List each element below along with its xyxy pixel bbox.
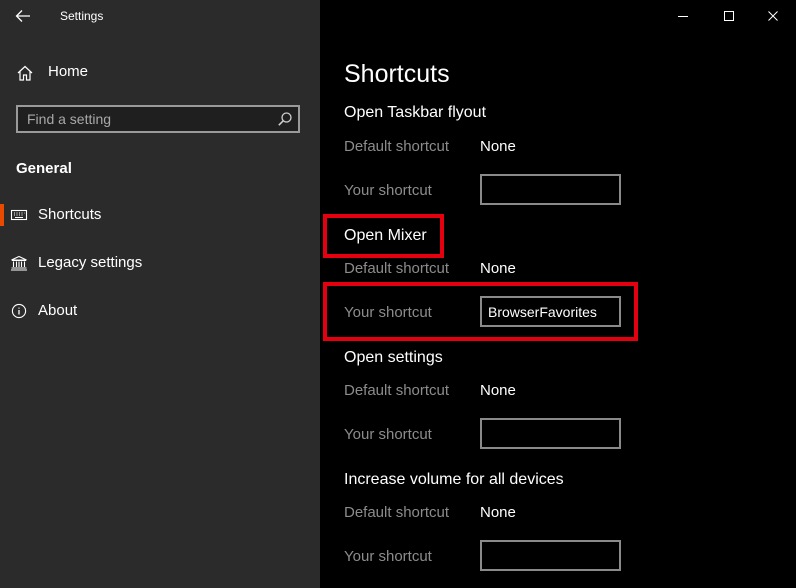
search-icon[interactable] <box>277 111 293 127</box>
main-content: Shortcuts Open Taskbar flyout Default sh… <box>320 0 796 588</box>
close-button[interactable] <box>750 0 796 32</box>
shortcut-input-open-mixer[interactable] <box>480 296 621 327</box>
close-icon <box>768 11 778 21</box>
shortcut-input-open-taskbar-flyout[interactable] <box>480 174 621 205</box>
sidebar: Settings Home General Shortcuts Legacy s… <box>0 0 320 588</box>
default-shortcut-value: None <box>480 260 516 277</box>
default-shortcut-value: None <box>480 504 516 521</box>
default-shortcut-value: None <box>480 138 516 155</box>
sidebar-item-label: Home <box>48 63 89 80</box>
group-title-open-taskbar-flyout: Open Taskbar flyout <box>344 104 487 121</box>
sidebar-item-label: Legacy settings <box>38 254 143 271</box>
back-button[interactable] <box>12 6 34 26</box>
sidebar-section-general: General <box>16 160 72 177</box>
info-icon <box>11 303 27 319</box>
your-shortcut-label: Your shortcut <box>344 426 432 443</box>
home-icon <box>17 65 33 81</box>
sidebar-item-label: About <box>38 302 78 319</box>
search-input[interactable] <box>18 107 277 131</box>
default-shortcut-label: Default shortcut <box>344 138 450 155</box>
sidebar-item-about[interactable]: About <box>0 294 320 328</box>
your-shortcut-label: Your shortcut <box>344 182 432 199</box>
keyboard-icon <box>10 209 28 221</box>
sidebar-item-label: Shortcuts <box>38 206 102 223</box>
maximize-icon <box>724 11 734 21</box>
default-shortcut-label: Default shortcut <box>344 504 450 521</box>
minimize-icon <box>678 16 688 17</box>
page-title: Shortcuts <box>344 60 450 88</box>
default-shortcut-value: None <box>480 382 516 399</box>
sidebar-item-home[interactable]: Home <box>0 56 320 88</box>
group-title-open-mixer: Open Mixer <box>344 227 427 244</box>
group-title-increase-volume: Increase volume for all devices <box>344 471 564 488</box>
shortcut-input-increase-volume[interactable] <box>480 540 621 571</box>
arrow-left-icon <box>15 10 30 22</box>
minimize-button[interactable] <box>660 0 706 32</box>
your-shortcut-label: Your shortcut <box>344 548 432 565</box>
shortcut-input-open-settings[interactable] <box>480 418 621 449</box>
your-shortcut-label: Your shortcut <box>344 304 432 321</box>
sidebar-item-legacy-settings[interactable]: Legacy settings <box>0 246 320 280</box>
group-title-open-settings: Open settings <box>344 349 443 366</box>
default-shortcut-label: Default shortcut <box>344 260 450 277</box>
default-shortcut-label: Default shortcut <box>344 382 450 399</box>
bank-icon <box>11 255 27 271</box>
selection-indicator <box>0 204 4 226</box>
search-box[interactable] <box>16 105 300 133</box>
sidebar-item-shortcuts[interactable]: Shortcuts <box>0 198 320 232</box>
window-title: Settings <box>60 9 104 23</box>
maximize-button[interactable] <box>706 0 752 32</box>
